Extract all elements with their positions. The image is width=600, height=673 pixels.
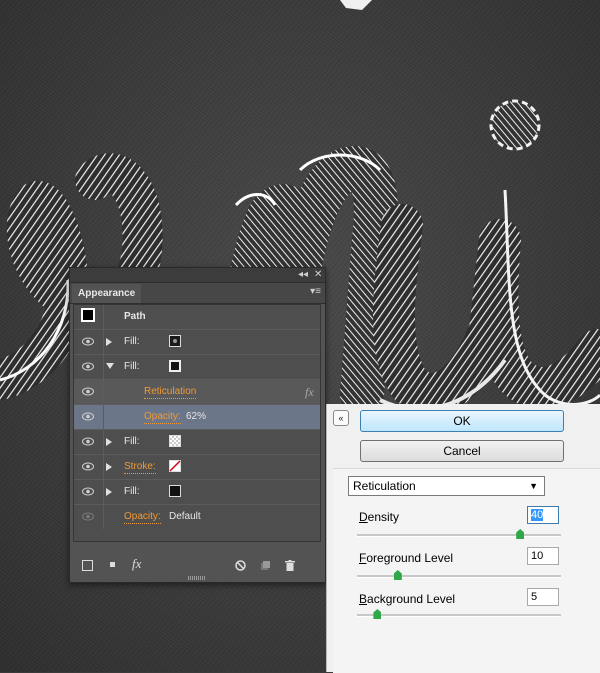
row-divider [103,305,104,329]
delete-icon[interactable] [285,560,295,571]
reticulation-effect-link[interactable]: Reticulation [144,386,197,399]
eye-icon[interactable] [82,462,94,471]
row-divider [103,480,104,504]
path-label: Path [124,311,146,322]
row-divider [103,455,104,479]
expand-triangle-icon[interactable] [106,463,112,471]
black-swatch-icon[interactable] [169,485,181,497]
fill-label: Fill: [124,336,140,347]
eye-icon[interactable] [82,437,94,446]
row-divider [103,355,104,379]
fill-label: Fill: [124,436,140,447]
appearance-row-opacity-default[interactable]: Opacity: Default [74,505,320,530]
clear-appearance-icon[interactable] [235,560,246,571]
density-input[interactable]: 40 [527,506,559,524]
appearance-row-path[interactable]: Path [74,305,320,330]
opacity-link[interactable]: Opacity: [124,511,161,524]
panel-title-bar[interactable]: ◂◂ ✕ [70,268,325,283]
background-level-label: Background Level [359,592,456,606]
stroke-link[interactable]: Stroke: [124,461,156,474]
foreground-level-label: Foreground Level [359,551,454,565]
checker-swatch-icon[interactable] [169,435,181,447]
filter-select-value: Reticulation [353,479,416,493]
eye-icon[interactable] [82,362,94,371]
foreground-level-slider[interactable] [357,570,561,580]
expand-triangle-icon[interactable] [106,438,112,446]
chevron-down-icon: ▼ [529,481,538,491]
expand-triangle-icon[interactable] [106,488,112,496]
appearance-panel: ◂◂ ✕ Appearance ▾≡ Path Fill: Fill: Reti… [69,267,326,583]
background-level-input[interactable]: 5 [527,588,559,606]
black-swatch-icon[interactable] [169,360,181,372]
collapse-triangle-icon[interactable] [106,363,114,369]
chalk-fragment-top [340,0,372,10]
duplicate-item-icon[interactable] [260,560,271,571]
density-label: Density [359,510,400,524]
eye-icon[interactable] [82,487,94,496]
double-chevron-icon[interactable]: ◂◂ [298,268,308,282]
opacity-link[interactable]: Opacity: [144,411,181,424]
expand-triangle-icon[interactable] [106,338,112,346]
eye-icon[interactable] [82,512,94,521]
row-divider [103,430,104,454]
appearance-row-fill[interactable]: Fill: [74,430,320,455]
eye-icon[interactable] [82,387,94,396]
path-thumbnail-icon [81,308,95,322]
panel-menu-icon[interactable]: ▾≡ [310,286,321,297]
tab-appearance[interactable]: Appearance [72,284,142,303]
fill-label: Fill: [124,486,140,497]
filter-select[interactable]: Reticulation ▼ [348,476,545,496]
stipple-swatch-icon[interactable] [169,335,181,347]
panel-footer: fx [70,552,325,582]
eye-icon[interactable] [82,412,94,421]
cancel-button[interactable]: Cancel [360,440,564,462]
fill-label: Fill: [124,361,140,372]
collapse-settings-button[interactable]: « [333,410,349,426]
add-fill-icon[interactable] [108,560,117,569]
opacity-value: Default [169,511,201,522]
row-divider [103,405,104,429]
row-divider [103,380,104,404]
reticulation-filter-dialog: « OK Cancel Reticulation ▼ Density 40 Fo… [326,404,600,673]
appearance-list: Path Fill: Fill: Reticulation fx Opacity… [73,304,321,542]
foreground-level-input[interactable]: 10 [527,547,559,565]
fx-icon[interactable]: fx [305,385,314,400]
row-divider [103,505,104,529]
background-level-slider[interactable] [357,609,561,619]
appearance-row-fill-expanded[interactable]: Fill: [74,355,320,380]
appearance-row-fill[interactable]: Fill: [74,330,320,355]
filter-settings-area [333,468,600,673]
appearance-row-stroke[interactable]: Stroke: [74,455,320,480]
eye-icon[interactable] [82,337,94,346]
close-icon[interactable]: ✕ [314,268,322,282]
density-slider[interactable] [357,529,561,539]
appearance-row-opacity[interactable]: Opacity: 62% [74,405,320,430]
ok-button[interactable]: OK [360,410,564,432]
none-swatch-icon[interactable] [169,460,181,472]
resize-grip-icon[interactable] [188,576,206,580]
opacity-value: 62% [186,411,207,422]
row-divider [103,330,104,354]
panel-tab-bar: Appearance ▾≡ [70,283,325,304]
appearance-row-fill[interactable]: Fill: [74,480,320,505]
add-stroke-icon[interactable] [82,560,93,571]
appearance-row-reticulation[interactable]: Reticulation fx [74,380,320,405]
fx-icon[interactable]: fx [132,556,141,572]
